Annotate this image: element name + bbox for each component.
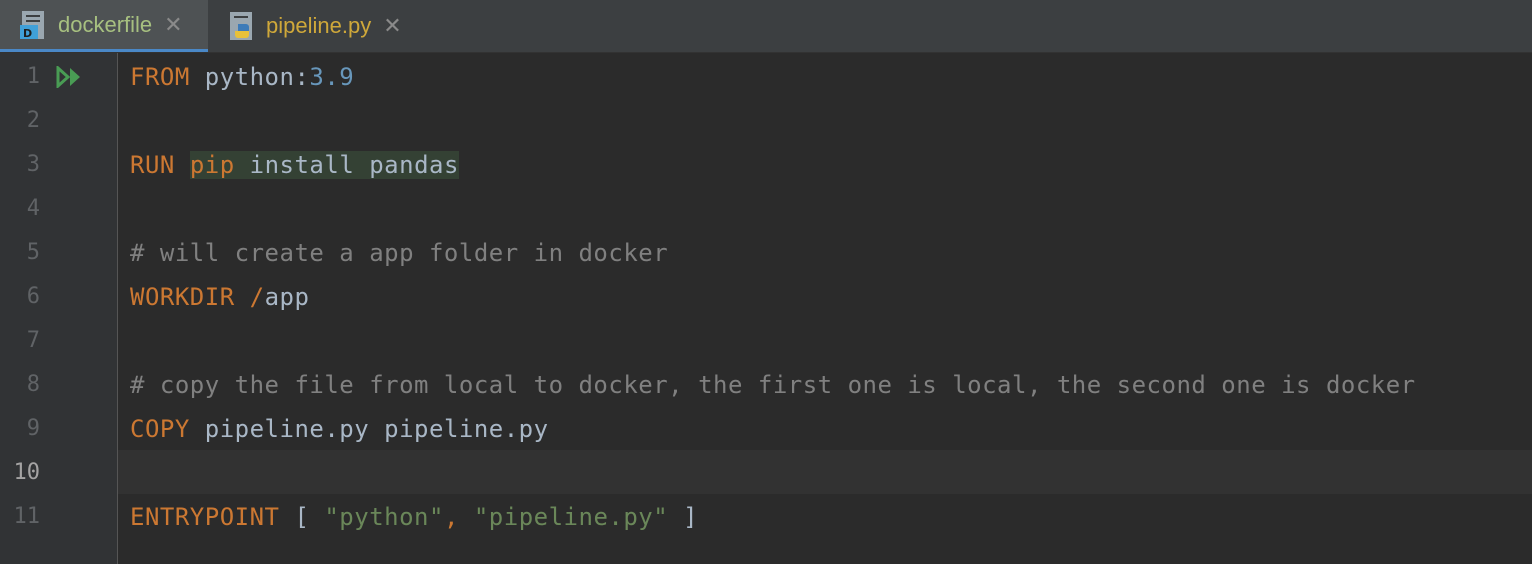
tab-label-pipeline-py: pipeline.py [266,13,372,38]
tab-label-dockerfile: dockerfile [58,11,153,37]
code-line-8[interactable]: # copy the file from local to docker, th… [130,363,1416,407]
line-number: 5 [26,240,40,265]
keyword: COPY [130,415,190,443]
keyword: ENTRYPOINT [130,503,280,531]
bracket-open: [ [294,503,310,531]
copy-args: pipeline.py pipeline.py [204,415,549,443]
code-line-1[interactable]: FROM python:3.9 [130,55,354,99]
version-number: 3.9 [309,63,355,91]
string-python: "python" [324,503,444,531]
code-line-3[interactable]: RUN pip install pandas [130,143,459,187]
code-line-6[interactable]: WORKDIR /app [130,275,309,319]
line-number: 11 [13,504,41,529]
current-line-highlight [118,450,1532,494]
dockerfile-icon: D [18,9,50,41]
image-name: python: [204,63,310,91]
keyword: WORKDIR [130,283,235,311]
path: app [264,283,310,311]
tab-pipeline-py[interactable]: pipeline.py ✕ [208,0,428,52]
editor-tab-bar: D dockerfile ✕ pipeline.py ✕ [0,0,1532,53]
code-line-11[interactable]: ENTRYPOINT [ "python", "pipeline.py" ] [130,495,698,539]
line-number: 2 [26,108,40,133]
bracket-close: ] [683,503,699,531]
file-icon-letter: D [23,27,32,40]
line-number: 1 [26,64,40,89]
line-number: 8 [26,372,40,397]
command: pip [189,151,235,179]
line-number: 6 [26,284,40,309]
keyword: FROM [130,63,190,91]
tab-dockerfile[interactable]: D dockerfile ✕ [0,0,208,52]
string-pipeline: "pipeline.py" [473,503,669,531]
line-number: 9 [26,416,40,441]
line-number: 4 [26,196,40,221]
comma: , [443,503,459,531]
line-number-current: 10 [13,460,41,485]
close-icon[interactable]: ✕ [164,12,182,38]
run-icon[interactable] [56,66,86,88]
code-line-5[interactable]: # will create a app folder in docker [130,231,668,275]
command-args: install pandas [249,151,459,179]
keyword: RUN [130,151,175,179]
code-line-9[interactable]: COPY pipeline.py pipeline.py [130,407,549,451]
line-number: 3 [26,152,40,177]
close-icon[interactable]: ✕ [383,13,401,39]
path-slash: / [249,283,265,311]
python-file-icon [226,10,258,42]
line-number: 7 [26,328,40,353]
